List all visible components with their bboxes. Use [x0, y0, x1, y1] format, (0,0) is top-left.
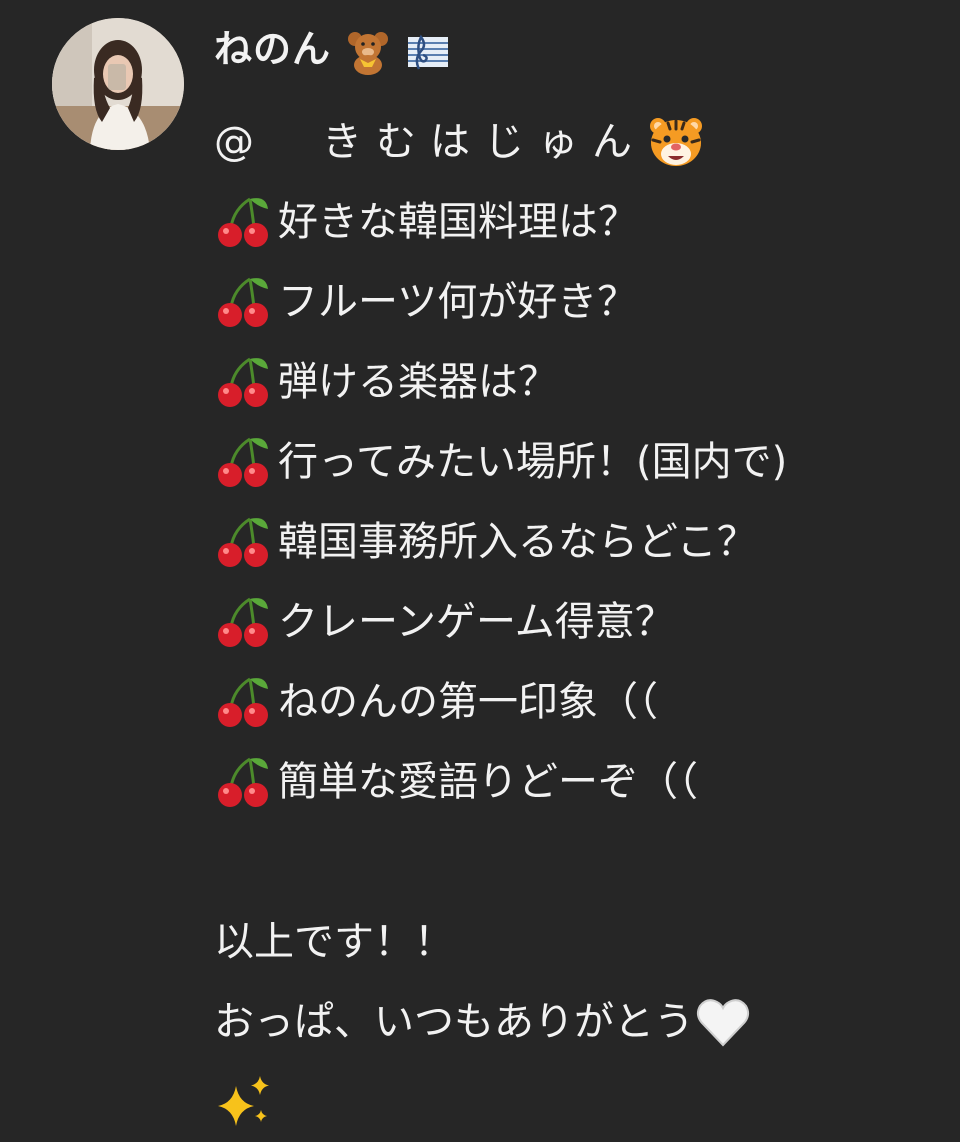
thanks-line: おっぱ、いつもありがとう — [214, 982, 954, 1062]
sender-name: ねのん — [214, 27, 332, 71]
tiger-face-icon — [650, 118, 702, 166]
question-line: 好きな韓国料理は？ — [214, 182, 954, 262]
question-text: 弾ける楽器は？ — [278, 359, 558, 405]
question-line: クレーンゲーム得意？ — [214, 582, 954, 662]
question-line: 弾ける楽器は？ — [214, 342, 954, 422]
cherries-icon — [218, 357, 268, 407]
question-line: 簡単な愛語りどーぞ（（ — [214, 742, 954, 822]
question-line: 韓国事務所入るならどこ？ — [214, 502, 954, 582]
avatar[interactable] — [52, 18, 184, 150]
sparkles-line — [214, 1062, 954, 1142]
mention-line: @ きむはじゅん — [214, 102, 954, 182]
avatar-photo — [52, 18, 184, 150]
question-line: フルーツ何が好き？ — [214, 262, 954, 342]
closing-text: 以上です！！ — [214, 919, 454, 965]
sparkles-icon — [218, 1076, 269, 1126]
question-line: ねのんの第一印象（（ — [214, 662, 954, 742]
thanks-text: おっぱ、いつもありがとう — [214, 999, 694, 1045]
cherries-icon — [218, 437, 268, 487]
question-text: 好きな韓国料理は？ — [278, 199, 638, 245]
mention-text[interactable]: @ きむはじゅん — [214, 102, 646, 182]
question-text: 行ってみたい場所！(国内で) — [278, 439, 788, 485]
cherries-icon — [218, 757, 268, 807]
white-heart-icon — [696, 999, 750, 1047]
musical-score-icon — [408, 34, 449, 70]
cherries-icon — [218, 197, 268, 247]
teddy-bear-icon — [348, 31, 389, 75]
question-text: 韓国事務所入るならどこ？ — [278, 519, 757, 565]
message-body: @ きむはじゅん 好きな韓国料理は？ フルーツ何が好き？ 弾ける楽器は？ 行って… — [214, 102, 954, 1142]
cherries-icon — [218, 597, 268, 647]
question-line: 行ってみたい場所！(国内で) — [214, 422, 954, 502]
question-text: クレーンゲーム得意？ — [278, 599, 675, 645]
sender-name-row[interactable]: ねのん — [214, 22, 451, 76]
question-text: 簡単な愛語りどーぞ（（ — [278, 759, 698, 805]
cherries-icon — [218, 517, 268, 567]
question-text: ねのんの第一印象（（ — [278, 679, 658, 725]
closing-line: 以上です！！ — [214, 902, 954, 982]
cherries-icon — [218, 277, 268, 327]
cherries-icon — [218, 677, 268, 727]
question-text: フルーツ何が好き？ — [278, 279, 638, 325]
